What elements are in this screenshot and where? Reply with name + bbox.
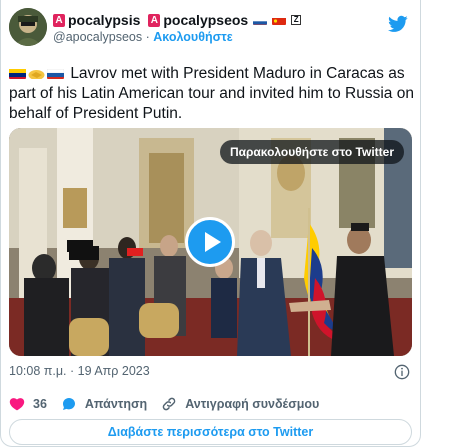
like-count: 36 xyxy=(33,397,47,411)
reply-bubble-icon xyxy=(62,398,75,410)
link-icon xyxy=(162,397,176,411)
author-handle[interactable]: @apocalypseos xyxy=(53,30,142,44)
twitter-bird-icon[interactable] xyxy=(388,14,408,34)
author-name-part2: pocalypseos xyxy=(163,12,249,28)
avatar[interactable] xyxy=(9,8,47,46)
russia-flag-icon xyxy=(253,15,268,25)
tweet-card: A pocalypsis A pocalypseos Z @apocalypse… xyxy=(0,0,421,447)
timestamp[interactable]: 10:08 π.μ. · 19 Απρ 2023 xyxy=(9,364,150,378)
play-icon xyxy=(205,232,221,252)
read-more-button[interactable]: Διαβάστε περισσότερα στο Twitter xyxy=(9,419,412,445)
separator: · xyxy=(145,30,150,44)
tweet-meta: 10:08 π.μ. · 19 Απρ 2023 xyxy=(9,364,414,382)
copy-link-action[interactable]: Αντιγραφή συνδέσμου xyxy=(161,396,319,412)
video-player[interactable]: Παρακολουθήστε στο Twitter xyxy=(9,128,412,356)
venezuela-flag-icon xyxy=(9,67,26,79)
author-name[interactable]: A pocalypsis A pocalypseos Z xyxy=(53,11,302,29)
reply-label: Απάντηση xyxy=(84,397,148,411)
russia-flag-icon xyxy=(47,67,64,79)
china-flag-icon xyxy=(272,15,287,25)
a-badge-icon: A xyxy=(148,13,161,27)
tweet-header: A pocalypsis A pocalypseos Z @apocalypse… xyxy=(9,8,414,56)
handshake-icon xyxy=(28,67,45,79)
author-name-part1: pocalypsis xyxy=(68,12,141,28)
follow-link[interactable]: Ακολουθήστε xyxy=(153,30,232,44)
a-badge-icon: A xyxy=(53,13,65,27)
reply-action[interactable]: Απάντηση xyxy=(61,396,147,412)
z-symbol-icon: Z xyxy=(291,15,302,25)
play-button[interactable] xyxy=(185,217,235,267)
page-margin xyxy=(421,0,450,447)
copy-link-label: Αντιγραφή συνδέσμου xyxy=(185,397,320,411)
tweet-body: Lavrov met with President Maduro in Cara… xyxy=(9,65,414,122)
watch-on-twitter-button[interactable]: Παρακολουθήστε στο Twitter xyxy=(219,140,404,164)
heart-icon xyxy=(9,398,25,411)
info-icon[interactable] xyxy=(394,364,410,380)
tweet-actions: 36 Απάντηση Αντιγραφή συνδέσμου xyxy=(9,395,414,413)
handle-line: @apocalypseos · Ακολουθήστε xyxy=(53,30,233,44)
like-action[interactable]: 36 xyxy=(9,396,47,412)
tweet-text: Lavrov met with President Maduro in Cara… xyxy=(9,64,414,124)
